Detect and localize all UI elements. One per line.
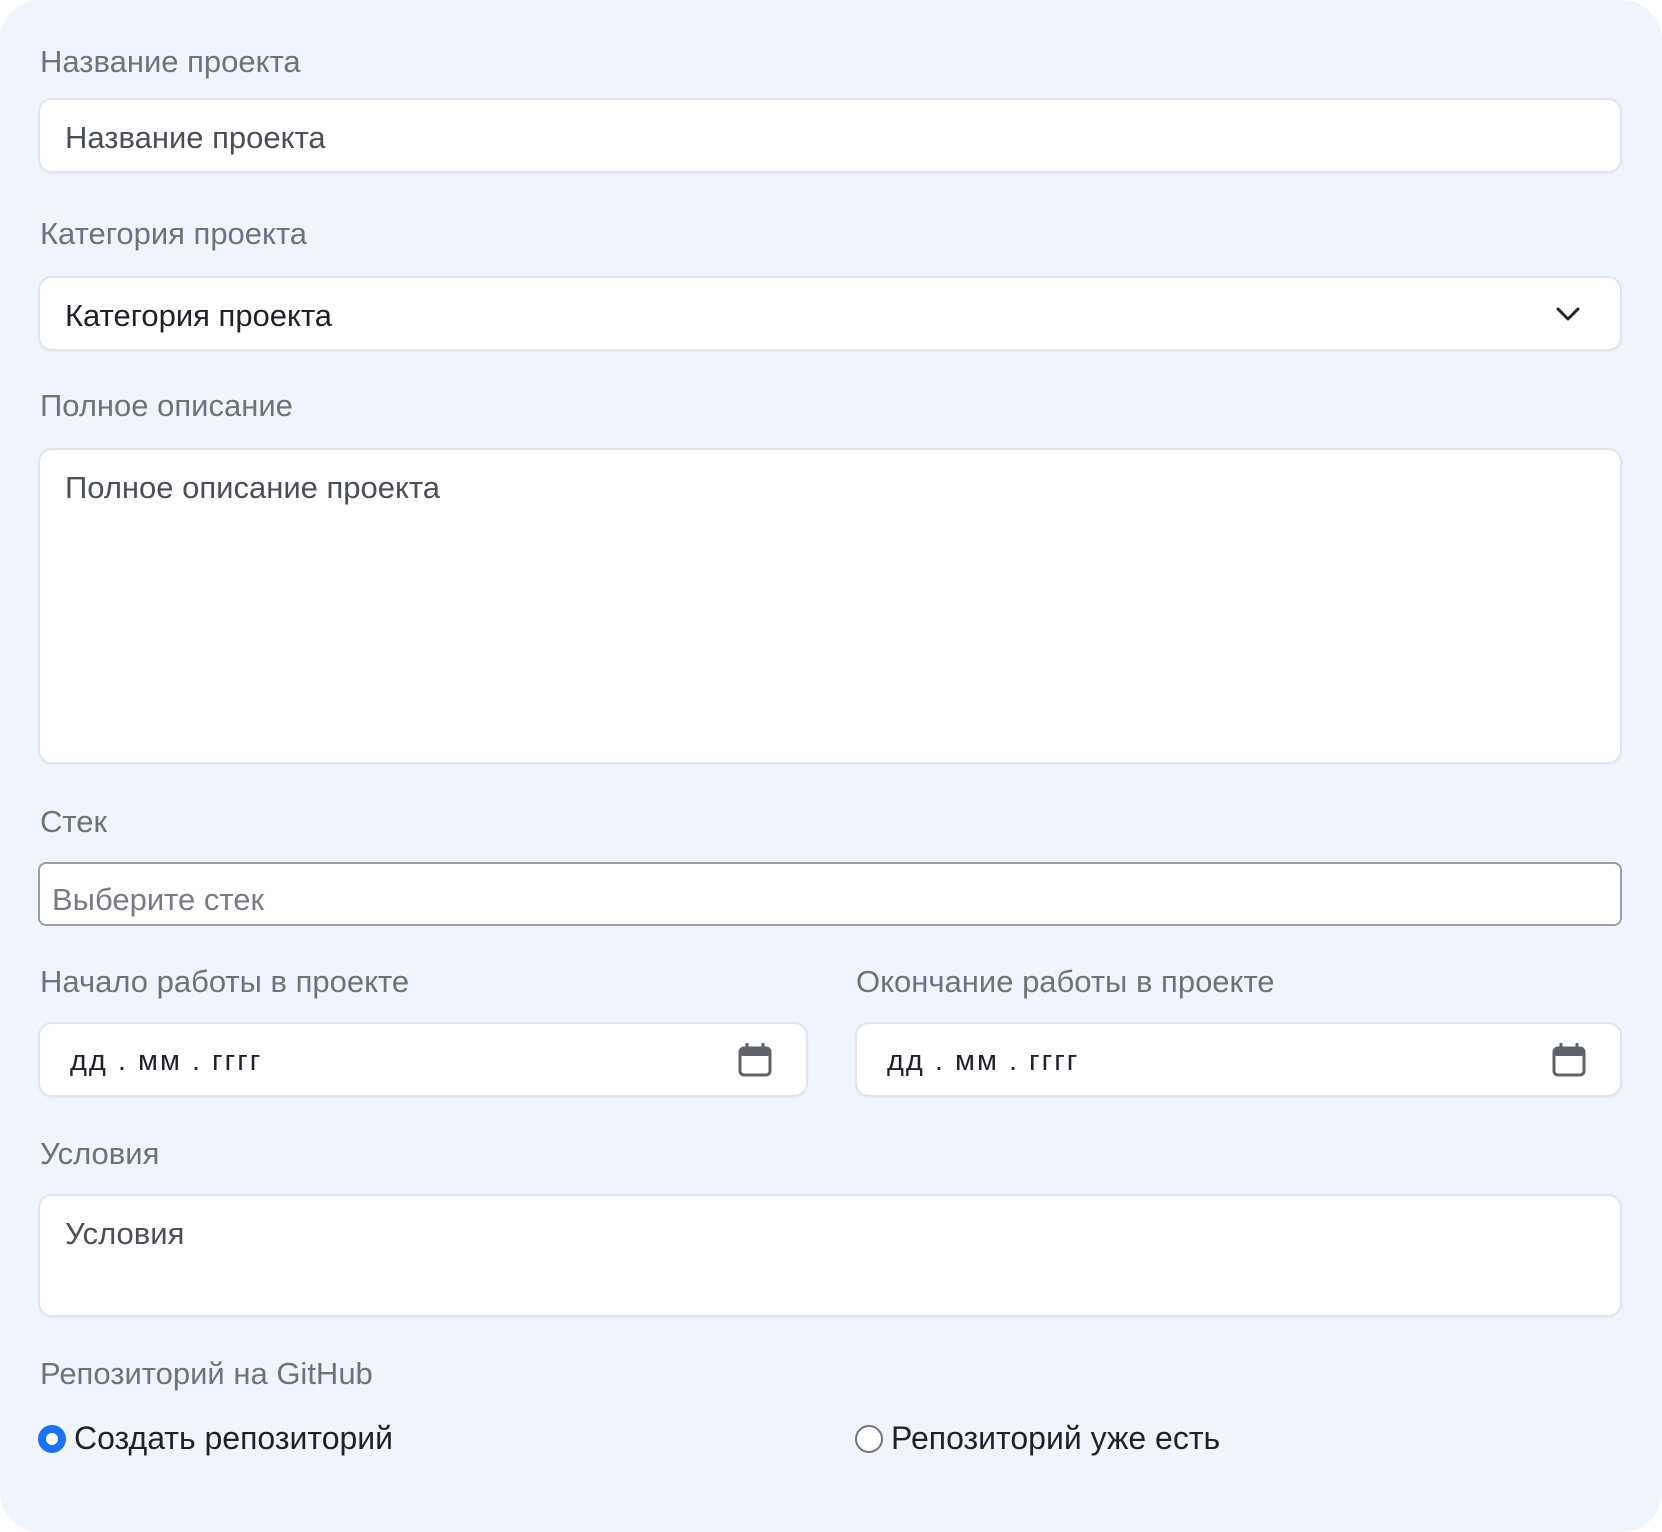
conditions-label: Условия	[40, 1136, 160, 1171]
project-description-label: Полное описание	[40, 388, 293, 423]
radio-existing-repository-label: Репозиторий уже есть	[891, 1420, 1221, 1456]
project-form-card: Название проекта Название проекта Катего…	[0, 0, 1662, 1532]
end-date-label: Окончание работы в проекте	[856, 964, 1275, 999]
project-name-label: Название проекта	[40, 44, 301, 79]
calendar-icon[interactable]	[1552, 1043, 1586, 1077]
radio-create-repository[interactable]: Создать репозиторий	[38, 1420, 393, 1457]
project-category-label: Категория проекта	[40, 216, 308, 251]
radio-existing-repository[interactable]: Репозиторий уже есть	[855, 1420, 1220, 1457]
radio-create-repository-label: Создать репозиторий	[74, 1420, 394, 1456]
stack-label: Стек	[40, 804, 108, 839]
calendar-icon[interactable]	[738, 1043, 772, 1077]
project-name-input[interactable]: Название проекта	[38, 98, 1622, 173]
start-date-placeholder: дд . мм . гггг	[70, 1045, 263, 1077]
conditions-placeholder: Условия	[65, 1216, 185, 1251]
chevron-down-icon	[1556, 307, 1580, 321]
start-date-label: Начало работы в проекте	[40, 964, 410, 999]
radio-checked-icon[interactable]	[38, 1424, 66, 1453]
project-category-value: Категория проекта	[65, 298, 333, 333]
project-name-placeholder: Название проекта	[65, 120, 326, 155]
end-date-placeholder: дд . мм . гггг	[887, 1045, 1080, 1077]
stack-multiselect-input[interactable]: Выберите стек	[38, 862, 1622, 926]
project-category-select[interactable]: Категория проекта	[38, 276, 1622, 351]
end-date-input[interactable]: дд . мм . гггг	[855, 1022, 1622, 1097]
repository-label: Репозиторий на GitHub	[40, 1356, 373, 1391]
project-description-textarea[interactable]: Полное описание проекта	[38, 448, 1622, 764]
stack-placeholder: Выберите стек	[52, 882, 265, 917]
project-description-placeholder: Полное описание проекта	[65, 470, 441, 505]
start-date-input[interactable]: дд . мм . гггг	[38, 1022, 808, 1097]
conditions-textarea[interactable]: Условия	[38, 1194, 1622, 1317]
radio-unchecked-icon[interactable]	[855, 1424, 883, 1453]
